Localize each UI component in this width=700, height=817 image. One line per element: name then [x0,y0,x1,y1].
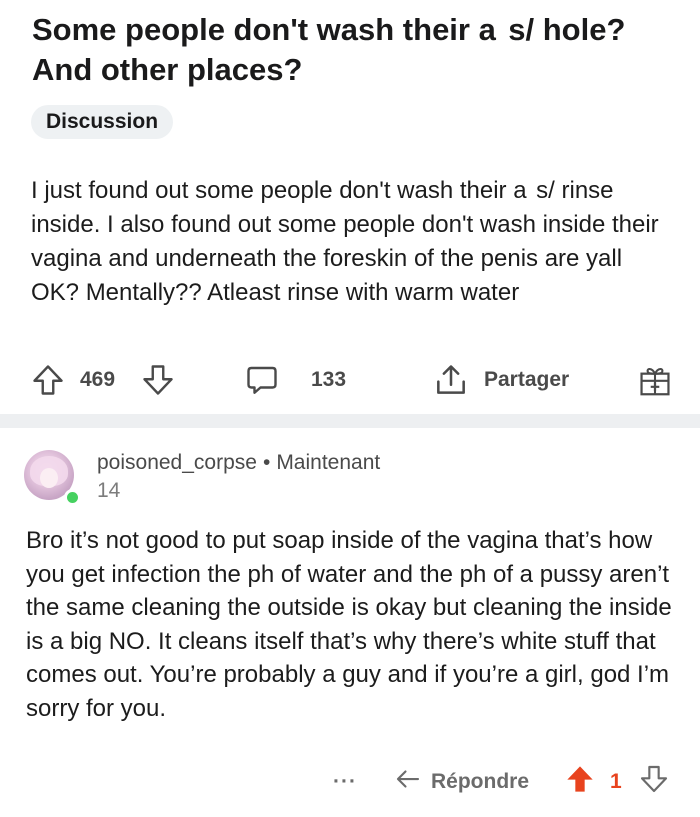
downvote-icon [140,362,176,398]
share-icon [432,361,470,399]
post: Some people don't wash their a s/ hole? … [0,0,700,414]
comments-button[interactable] [244,360,280,400]
avatar-face [40,468,58,488]
comment-meta: poisoned_corpse • Maintenant [97,450,380,476]
comment-count: 133 [311,368,347,391]
more-options-button[interactable]: ··· [333,762,357,802]
comment-score: 1 [610,770,622,793]
post-action-bar: 469 133 Partager [0,360,700,400]
reply-label: Répondre [431,770,530,793]
post-title[interactable]: Some people don't wash their a s/ hole? … [32,10,652,90]
downvote-button[interactable] [140,360,176,400]
user-karma: 14 [97,479,121,502]
comment-upvote-button[interactable] [564,762,596,802]
upvote-icon [564,763,596,801]
upvote-button[interactable] [30,360,66,400]
online-status-indicator [64,489,81,506]
comment-time: Maintenant [276,451,381,474]
post-score: 469 [80,368,116,391]
award-icon [636,361,674,399]
downvote-icon [638,763,670,801]
upvote-icon [30,362,66,398]
comment: poisoned_corpse • Maintenant 14 Bro it’s n… [0,428,700,817]
share-button[interactable]: Partager [432,360,569,400]
comment-downvote-button[interactable] [638,762,670,802]
section-divider [0,414,700,428]
reply-icon [393,764,423,800]
share-label: Partager [484,368,570,391]
award-button[interactable] [636,360,674,400]
comment-username[interactable]: poisoned_corpse [97,451,257,474]
more-icon: ··· [333,770,357,793]
comment-icon [244,362,280,398]
reply-button[interactable]: Répondre [393,762,529,802]
post-flair[interactable]: Discussion [31,105,174,139]
comment-body: Bro it’s not good to put soap inside of … [26,527,672,722]
meta-separator: • [262,451,271,474]
comment-action-bar: ··· Répondre 1 [0,762,700,802]
post-body: I just found out some people don't wash … [31,177,659,306]
